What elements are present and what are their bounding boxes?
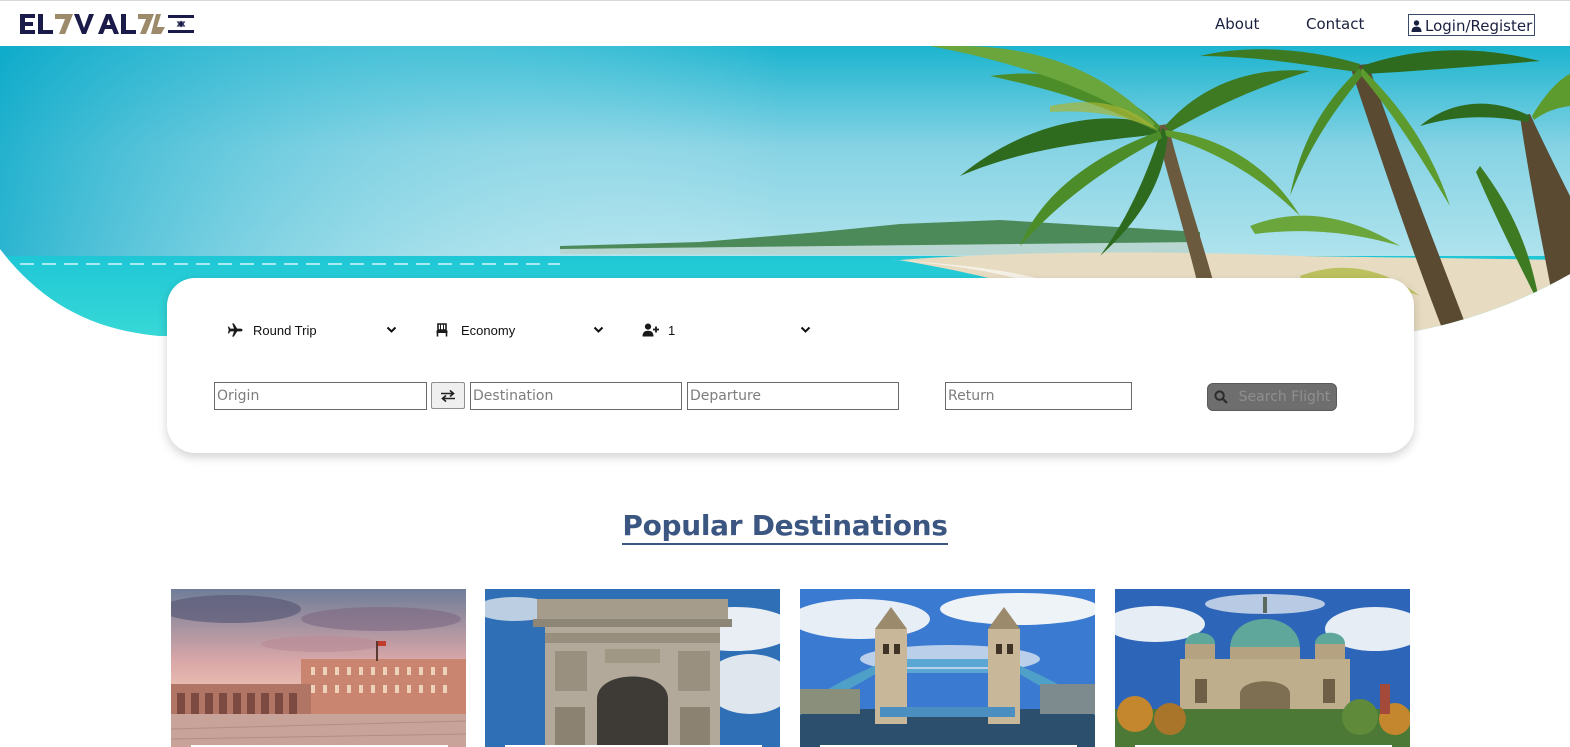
flight-search-panel: Round Trip Economy 1 Origin Destination … <box>167 278 1414 453</box>
origin-input[interactable] <box>214 382 427 410</box>
cathedral-dome-image <box>1115 589 1410 747</box>
user-plus-icon <box>642 323 659 337</box>
cabin-class-value: Economy <box>461 322 516 338</box>
passengers-value: 1 <box>668 322 676 338</box>
return-date-input[interactable] <box>945 382 1132 410</box>
cabin-class-select[interactable]: Economy <box>435 320 604 340</box>
tower-bridge-image <box>800 589 1095 747</box>
destination-input[interactable] <box>470 382 682 410</box>
popular-destinations-title: Popular Destinations <box>622 509 948 545</box>
departure-date-input[interactable] <box>687 382 899 410</box>
destination-card[interactable] <box>485 589 780 747</box>
seat-icon <box>435 323 452 337</box>
trip-type-select[interactable]: Round Trip <box>227 320 397 340</box>
nav-about-link[interactable]: About <box>1215 15 1259 33</box>
search-icon <box>1214 390 1228 404</box>
royal-palace-image <box>171 589 466 747</box>
el-al-logo[interactable] <box>18 10 196 38</box>
airplane-icon <box>227 323 244 337</box>
destination-card[interactable] <box>1115 589 1410 747</box>
swap-locations-button[interactable] <box>431 382 465 409</box>
login-register-link[interactable]: Login/Register <box>1408 14 1536 36</box>
search-flight-label: Search Flight <box>1238 389 1331 405</box>
chevron-down-icon <box>800 326 811 333</box>
popular-destinations-heading-wrap: Popular Destinations <box>0 509 1570 545</box>
destination-card[interactable] <box>171 589 466 747</box>
search-flight-button[interactable]: Search Flight <box>1207 383 1337 411</box>
chevron-down-icon <box>593 326 604 333</box>
chevron-down-icon <box>386 326 397 333</box>
login-register-label: Login/Register <box>1425 16 1533 35</box>
nav-contact-link[interactable]: Contact <box>1306 15 1364 33</box>
swap-arrows-icon <box>441 389 455 402</box>
triumphal-arch-image <box>485 589 780 747</box>
destination-card[interactable] <box>800 589 1095 747</box>
passengers-select[interactable]: 1 <box>642 320 811 340</box>
trip-type-value: Round Trip <box>253 322 317 338</box>
top-navbar: About Contact Login/Register <box>0 0 1570 46</box>
user-icon <box>1411 19 1422 32</box>
